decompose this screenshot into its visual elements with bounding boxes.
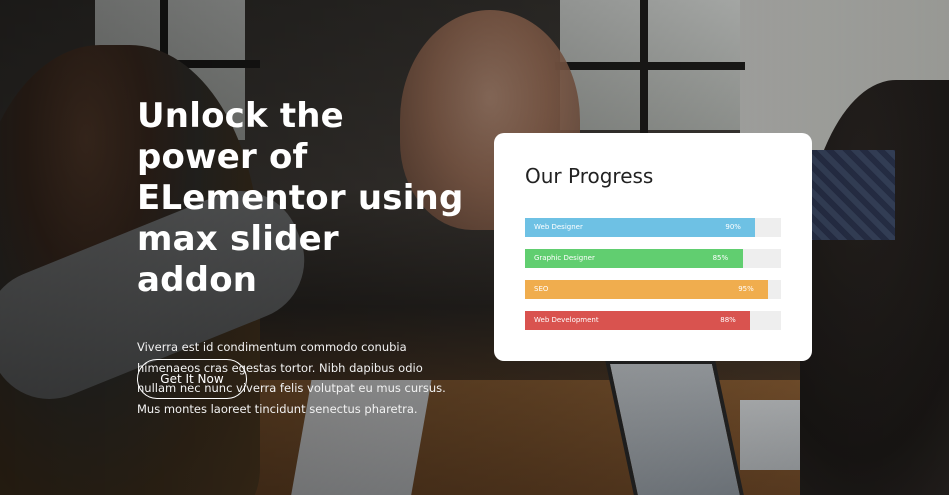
progress-bar-seo: SEO 95%	[525, 280, 781, 299]
progress-card: Our Progress Web Designer 90% Graphic De…	[494, 133, 812, 361]
progress-bar-label: Graphic Designer	[534, 254, 595, 262]
headline-line: Unlock the power of	[137, 96, 344, 177]
progress-card-title: Our Progress	[525, 164, 654, 188]
progress-bar-web-designer: Web Designer 90%	[525, 218, 781, 237]
get-it-now-button[interactable]: Get It Now	[137, 359, 247, 399]
headline-line: ELementor using	[137, 178, 464, 218]
progress-bar-percent: 95%	[738, 285, 754, 293]
headline-line: max slider addon	[137, 219, 339, 300]
hero-headline: Unlock the power of ELementor using max …	[137, 96, 467, 301]
progress-bar-percent: 88%	[720, 316, 736, 324]
progress-bar-label: Web Development	[534, 316, 599, 324]
progress-bar-label: SEO	[534, 285, 549, 293]
progress-bar-percent: 85%	[712, 254, 729, 262]
progress-bar-web-development: Web Development 88%	[525, 311, 781, 330]
progress-bar-list: Web Designer 90% Graphic Designer 85% SE…	[525, 218, 781, 342]
progress-bar-fill	[525, 280, 769, 299]
progress-bar-graphic-designer: Graphic Designer 85%	[525, 249, 781, 268]
progress-bar-label: Web Designer	[534, 223, 583, 231]
progress-bar-percent: 90%	[725, 223, 741, 231]
